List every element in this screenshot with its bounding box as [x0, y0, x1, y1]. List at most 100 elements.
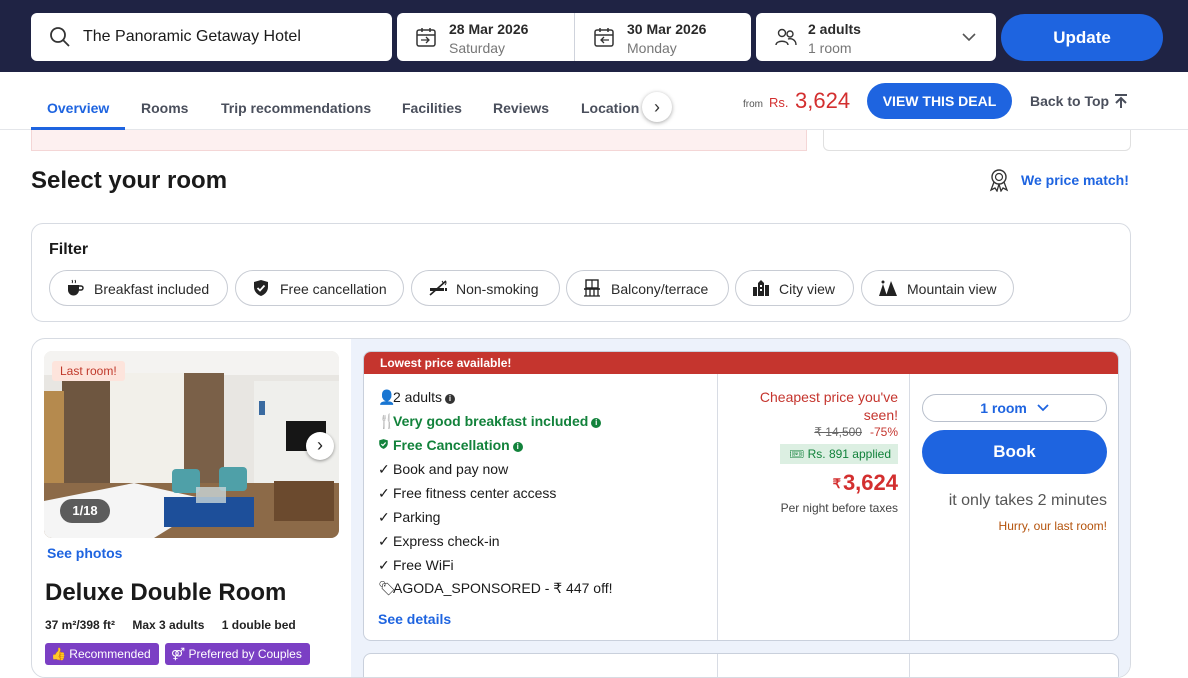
arrow-up-icon[interactable]	[1114, 93, 1128, 109]
city-icon	[753, 280, 769, 296]
original-price-row: ₹ 14,500 -75%	[744, 425, 898, 439]
checkout-day: Monday	[627, 40, 677, 56]
final-price-currency: ₹	[832, 476, 841, 491]
update-button[interactable]: Update	[1001, 14, 1163, 61]
checkmark-icon: ✓	[378, 485, 390, 501]
calendar-icon	[416, 28, 436, 47]
chevron-down-icon	[962, 33, 976, 42]
ticket-icon: 🎟	[789, 447, 805, 461]
see-details-link[interactable]: See details	[378, 611, 451, 627]
header-price: 3,624	[795, 88, 851, 113]
discount-percent: -75%	[869, 425, 898, 439]
thumbs-up-icon: 👍	[51, 647, 66, 661]
filter-chip-label: City view	[779, 281, 836, 297]
feature-occupancy: 👤2 adults i	[378, 389, 456, 406]
room-offer: Lowest price available! 👤2 adults i 🍴Very…	[363, 351, 1119, 641]
balcony-icon	[584, 279, 600, 297]
checkmark-icon: ✓	[378, 557, 390, 573]
booking-time-note: it only takes 2 minutes	[948, 492, 1107, 509]
coffee-cup-icon	[68, 279, 84, 296]
tag-icon: 🏷	[378, 580, 396, 596]
photo-counter: 1/18	[60, 499, 110, 523]
no-smoking-icon	[429, 280, 447, 296]
people-icon	[775, 28, 797, 46]
column-divider	[717, 654, 718, 677]
per-night-note: Per night before taxes	[780, 501, 898, 515]
cheapest-price-note: Cheapest price you've seen!	[759, 389, 898, 423]
guests-count: 2 adults	[808, 21, 861, 37]
feature-item: ✓ Express check-in	[378, 533, 500, 549]
checkout-date-field[interactable]: 30 Mar 2026 Monday	[574, 13, 751, 61]
view-deal-button[interactable]: VIEW THIS DEAL	[867, 83, 1012, 119]
filter-chip-free-cancellation[interactable]: Free cancellation	[235, 270, 404, 306]
preferred-by-couples-badge: ⚤ Preferred by Couples	[165, 643, 310, 665]
coupon-applied-badge: 🎟 Rs. 891 applied	[780, 444, 898, 464]
search-icon	[50, 27, 70, 47]
column-divider	[909, 654, 910, 677]
room-name: Deluxe Double Room	[45, 579, 287, 606]
filter-chip-balcony[interactable]: Balcony/terrace	[566, 270, 729, 306]
tab-location[interactable]: Location	[581, 100, 639, 116]
checkin-day: Saturday	[449, 40, 506, 56]
tab-facilities[interactable]: Facilities	[402, 100, 462, 116]
filter-chip-city-view[interactable]: City view	[735, 270, 854, 306]
tabs-scroll-right-icon[interactable]: ›	[642, 92, 672, 122]
checkmark-icon: ✓	[378, 533, 390, 549]
book-button[interactable]: Book	[922, 430, 1107, 474]
checkout-date: 30 Mar 2026	[627, 21, 707, 37]
fork-knife-icon: 🍴	[378, 413, 396, 429]
room-card: Last room! › 1/18 See photos Deluxe Doub…	[31, 338, 1131, 678]
room-bed: 1 double bed	[221, 618, 296, 632]
info-icon[interactable]: i	[512, 442, 523, 452]
original-price: ₹ 14,500	[814, 425, 862, 439]
info-icon[interactable]: i	[445, 394, 456, 404]
checkin-date-field[interactable]: 28 Mar 2026 Saturday	[397, 13, 574, 61]
filter-chip-label: Breakfast included	[94, 281, 210, 297]
side-panel-bottom	[823, 130, 1131, 151]
guests-selector[interactable]: 2 adults 1 room	[756, 13, 996, 61]
room-photo[interactable]: Last room! › 1/18	[44, 351, 339, 538]
notice-strip	[31, 130, 807, 151]
filter-chip-non-smoking[interactable]: Non-smoking	[411, 270, 560, 306]
search-bar: The Panoramic Getaway Hotel 28 Mar 2026 …	[0, 0, 1188, 72]
filter-title: Filter	[49, 241, 89, 258]
checkmark-icon: ✓	[378, 461, 390, 477]
see-photos-link[interactable]: See photos	[47, 545, 122, 561]
section-title: Select your room	[31, 167, 228, 194]
filter-chip-breakfast[interactable]: Breakfast included	[49, 270, 228, 306]
shield-check-icon	[378, 437, 392, 453]
back-to-top-link[interactable]: Back to Top	[1030, 93, 1109, 109]
chevron-down-icon	[1037, 404, 1049, 412]
tab-reviews[interactable]: Reviews	[493, 100, 549, 116]
feature-item: ✓ Free fitness center access	[378, 485, 557, 501]
tab-trip-recommendations[interactable]: Trip recommendations	[221, 100, 371, 116]
hotel-search-input[interactable]: The Panoramic Getaway Hotel	[31, 13, 392, 61]
room-quantity-select[interactable]: 1 room	[922, 394, 1107, 422]
next-photo-icon[interactable]: ›	[306, 432, 334, 460]
filter-chip-label: Non-smoking	[456, 281, 539, 297]
ribbon-badge-icon	[989, 169, 1009, 192]
column-divider	[717, 374, 718, 640]
final-price-value: 3,624	[842, 470, 898, 495]
price-from-label: from	[743, 99, 763, 110]
info-icon[interactable]: i	[591, 418, 602, 428]
feature-item: ✓ Book and pay now	[378, 461, 509, 477]
tab-overview[interactable]: Overview	[47, 100, 109, 116]
feature-free-cancellation: Free Cancellation i	[378, 437, 523, 453]
checkmark-icon: ✓	[378, 509, 390, 525]
shield-check-icon	[254, 280, 268, 296]
mountain-icon	[879, 280, 897, 296]
filter-chip-label: Free cancellation	[280, 281, 387, 297]
filter-chip-label: Balcony/terrace	[611, 281, 709, 297]
tab-rooms[interactable]: Rooms	[141, 100, 188, 116]
recommended-badge: 👍 Recommended	[45, 643, 159, 665]
room-size: 37 m²/398 ft²	[45, 618, 116, 632]
filter-chip-mountain-view[interactable]: Mountain view	[861, 270, 1014, 306]
scarcity-note: Hurry, our last room!	[998, 519, 1107, 533]
feature-item: ✓ Parking	[378, 509, 441, 525]
couple-icon: ⚤	[171, 647, 186, 661]
feature-breakfast: 🍴Very good breakfast included i	[378, 413, 602, 430]
room-specs: 37 m²/398 ft² Max 3 adults 1 double bed	[45, 618, 310, 632]
price-match-link[interactable]: We price match!	[1021, 172, 1129, 188]
filter-panel: Filter Breakfast included Free cancellat…	[31, 223, 1131, 322]
